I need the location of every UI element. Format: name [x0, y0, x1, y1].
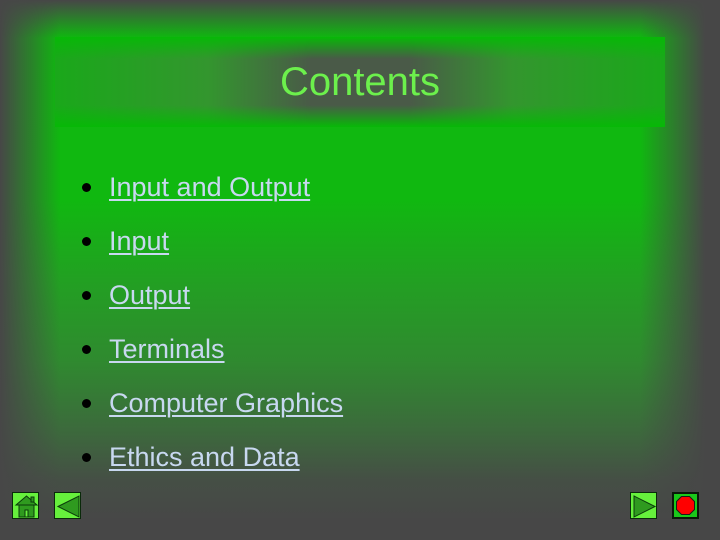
link-terminals[interactable]: Terminals	[109, 334, 225, 365]
link-ethics-and-data[interactable]: Ethics and Data	[109, 442, 300, 473]
link-computer-graphics[interactable]: Computer Graphics	[109, 388, 343, 419]
list-item: Output	[80, 268, 343, 322]
contents-list: Input and Output Input Output Terminals …	[80, 160, 343, 484]
list-item: Ethics and Data	[80, 430, 343, 484]
home-icon	[14, 495, 39, 518]
end-show-button[interactable]	[672, 492, 699, 519]
next-button[interactable]	[630, 492, 657, 519]
bullet-icon	[82, 344, 91, 354]
list-item: Input and Output	[80, 160, 343, 214]
list-item: Computer Graphics	[80, 376, 343, 430]
slide-title: Contents	[279, 60, 441, 104]
link-input-and-output[interactable]: Input and Output	[109, 172, 310, 203]
list-item: Input	[80, 214, 343, 268]
triangle-left-icon	[56, 495, 80, 518]
bullet-icon	[82, 452, 91, 462]
list-item: Terminals	[80, 322, 343, 376]
stop-octagon-icon	[676, 496, 695, 515]
bullet-icon	[82, 182, 91, 192]
back-button[interactable]	[54, 492, 81, 519]
link-input[interactable]: Input	[109, 226, 169, 257]
triangle-right-icon	[633, 495, 657, 518]
bullet-icon	[82, 290, 91, 300]
slide: Contents Input and Output Input Output T…	[0, 0, 720, 540]
home-button[interactable]	[12, 492, 39, 519]
bullet-icon	[82, 236, 91, 246]
bullet-icon	[82, 398, 91, 408]
link-output[interactable]: Output	[109, 280, 190, 311]
